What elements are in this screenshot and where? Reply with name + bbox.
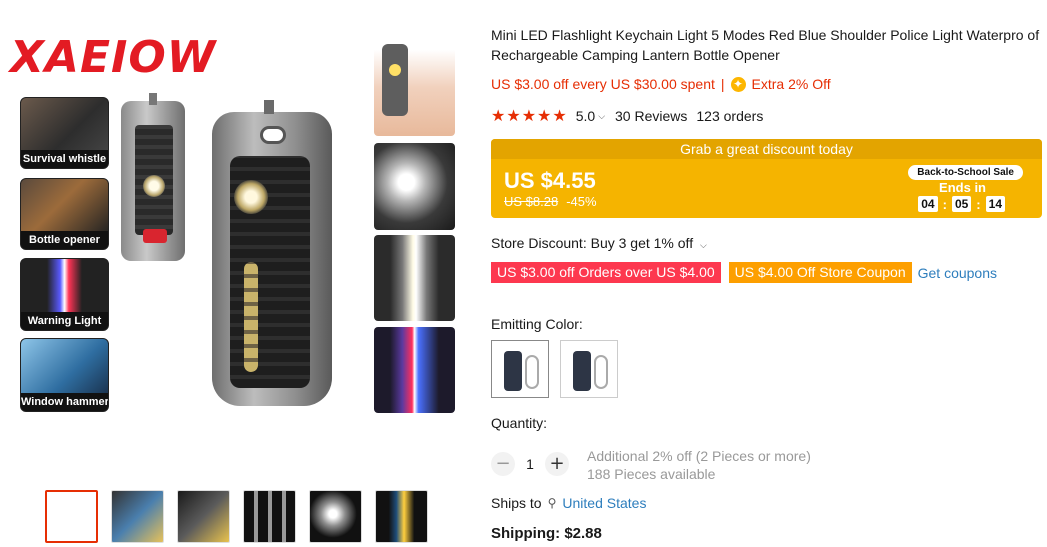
ships-to-label: Ships to bbox=[491, 495, 542, 511]
store-discount[interactable]: Store Discount: Buy 3 get 1% off ⌵ bbox=[491, 235, 707, 251]
timer-seconds: 14 bbox=[985, 196, 1005, 212]
coupon-orders-over[interactable]: US $3.00 off Orders over US $4.00 bbox=[491, 262, 721, 283]
sale-badge: Back-to-School Sale bbox=[908, 165, 1023, 180]
ends-in-label: Ends in bbox=[939, 180, 986, 195]
quantity-info: Additional 2% off (2 Pieces or more) 188… bbox=[587, 447, 811, 483]
chevron-down-icon[interactable]: ⌵ bbox=[598, 111, 605, 122]
feature-warning-light: Warning Light bbox=[20, 258, 109, 331]
lens-icon bbox=[143, 175, 165, 197]
color-option-1[interactable] bbox=[491, 340, 549, 398]
led-strip-icon bbox=[244, 262, 258, 372]
timer-minutes: 05 bbox=[951, 196, 972, 212]
feature-caption: Window hammer bbox=[21, 393, 108, 411]
pieces-available: 188 Pieces available bbox=[587, 466, 716, 482]
deal-banner: Grab a great discount today US $4.55 US … bbox=[491, 139, 1042, 218]
shipping-cost: Shipping: $2.88 bbox=[491, 525, 602, 542]
thumbnail[interactable] bbox=[45, 490, 98, 543]
brand-logo: XAEIOW bbox=[10, 28, 216, 83]
thumbnail[interactable] bbox=[309, 490, 362, 543]
store-promo: US $3.00 off every US $30.00 spent | ✦ E… bbox=[491, 76, 1043, 92]
product-info: Mini LED Flashlight Keychain Light 5 Mod… bbox=[491, 25, 1043, 126]
feature-image bbox=[21, 98, 108, 153]
side-image-led-strip bbox=[374, 235, 455, 321]
brand-logo-text: XAEIOW bbox=[10, 32, 217, 83]
countdown-timer: 04: 05: 14 bbox=[918, 196, 1005, 212]
flashlight-small-illustration bbox=[121, 93, 185, 261]
order-count: 123 orders bbox=[696, 108, 764, 124]
feature-bottle-opener: Bottle opener bbox=[20, 178, 109, 250]
feature-image bbox=[21, 259, 108, 314]
ship-country[interactable]: United States bbox=[562, 495, 646, 511]
color-option-2[interactable] bbox=[560, 340, 618, 398]
discount-percent: -45% bbox=[566, 194, 597, 209]
decrease-button[interactable]: − bbox=[491, 452, 515, 476]
extra-off[interactable]: Extra 2% Off bbox=[752, 76, 831, 92]
quantity-input[interactable] bbox=[515, 456, 545, 472]
feature-image bbox=[21, 179, 108, 234]
feature-caption: Warning Light bbox=[21, 312, 108, 330]
rating-score[interactable]: 5.0 bbox=[576, 108, 595, 124]
get-coupons-link[interactable]: Get coupons bbox=[918, 265, 997, 281]
star-rating: ★★★★★ bbox=[491, 108, 568, 125]
coupon-store[interactable]: US $4.00 Off Store Coupon bbox=[728, 262, 912, 283]
deal-header: Grab a great discount today bbox=[491, 139, 1042, 159]
promo-text: US $3.00 off every US $30.00 spent bbox=[491, 76, 715, 92]
feature-window-hammer: Window hammer bbox=[20, 338, 109, 412]
review-count[interactable]: 30 Reviews bbox=[615, 108, 687, 124]
thumbnail[interactable] bbox=[177, 490, 230, 543]
product-title: Mini LED Flashlight Keychain Light 5 Mod… bbox=[491, 27, 1040, 63]
current-price: US $4.55 bbox=[504, 168, 596, 193]
thumbnail[interactable] bbox=[375, 490, 428, 543]
emitting-color-label: Emitting Color: bbox=[491, 316, 583, 332]
feature-image bbox=[21, 339, 108, 394]
quantity-label: Quantity: bbox=[491, 415, 548, 431]
location-pin-icon: ⚲ bbox=[547, 496, 557, 510]
bulk-discount-text: Additional 2% off (2 Pieces or more) bbox=[587, 448, 811, 464]
feature-survival-whistle: Survival whistle bbox=[20, 97, 109, 169]
coupon-row: US $3.00 off Orders over US $4.00 US $4.… bbox=[491, 262, 997, 283]
promo-separator: | bbox=[720, 76, 725, 92]
chevron-down-icon[interactable]: ⌵ bbox=[700, 240, 707, 250]
store-discount-text: Store Discount: Buy 3 get 1% off bbox=[491, 235, 694, 251]
flashlight-main-illustration bbox=[212, 100, 332, 406]
timer-hours: 04 bbox=[918, 196, 938, 212]
coin-icon: ✦ bbox=[730, 76, 746, 92]
rating-row: ★★★★★ 5.0 ⌵ 30 Reviews 123 orders bbox=[491, 106, 1043, 126]
feature-caption: Survival whistle bbox=[21, 150, 108, 168]
quantity-stepper: − + Additional 2% off (2 Pieces or more)… bbox=[491, 445, 811, 483]
thumbnail[interactable] bbox=[111, 490, 164, 543]
thumbnail-strip bbox=[45, 490, 428, 543]
side-image-white-light bbox=[374, 143, 455, 230]
feature-caption: Bottle opener bbox=[21, 231, 108, 249]
color-swatches bbox=[491, 340, 618, 398]
ships-to-row: Ships to ⚲ United States bbox=[491, 495, 646, 511]
side-image-hand bbox=[374, 28, 455, 136]
red-button-icon bbox=[143, 229, 167, 243]
original-price: US $8.28 bbox=[504, 194, 559, 209]
thumbnail[interactable] bbox=[243, 490, 296, 543]
keyring-hole-icon bbox=[260, 126, 286, 144]
lens-icon bbox=[234, 180, 268, 214]
increase-button[interactable]: + bbox=[545, 452, 569, 476]
side-image-police-light bbox=[374, 327, 455, 413]
old-price-row: US $8.28 -45% bbox=[504, 194, 597, 209]
